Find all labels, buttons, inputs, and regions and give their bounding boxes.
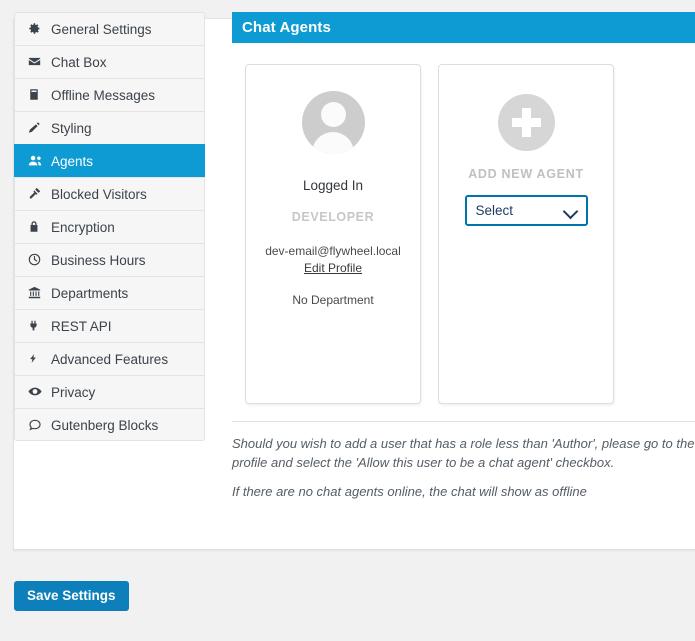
bolt-icon	[28, 343, 46, 365]
sidebar-item-label: Offline Messages	[51, 88, 156, 103]
sidebar-item-general-settings[interactable]: General Settings	[14, 12, 205, 45]
main-content: Chat Agents Logged In DEVELOPER dev-emai…	[232, 12, 695, 501]
edit-profile-link[interactable]: Edit Profile	[304, 261, 362, 275]
sidebar-item-departments[interactable]: Departments	[14, 276, 205, 309]
sidebar-item-gutenberg-blocks[interactable]: Gutenberg Blocks	[14, 408, 205, 441]
sidebar-item-label: Advanced Features	[51, 352, 169, 367]
agent-role: DEVELOPER	[291, 210, 375, 224]
sidebar-item-label: Chat Box	[51, 55, 107, 70]
plug-icon	[28, 310, 46, 332]
sidebar-item-label: Departments	[51, 286, 129, 301]
pencil-icon	[28, 112, 46, 134]
agent-card: Logged In DEVELOPER dev-email@flywheel.l…	[245, 64, 421, 404]
sidebar-item-label: Business Hours	[51, 253, 146, 268]
sidebar-item-styling[interactable]: Styling	[14, 111, 205, 144]
gear-icon	[28, 13, 46, 35]
sidebar-item-label: Agents	[51, 154, 94, 169]
chat-bubble-icon	[28, 409, 46, 431]
agent-status: Logged In	[302, 178, 364, 193]
agent-role-note: Should you wish to add a user that has a…	[232, 436, 695, 470]
sidebar-item-label: Encryption	[51, 220, 115, 235]
sidebar-item-advanced-features[interactable]: Advanced Features	[14, 342, 205, 375]
section-divider	[232, 421, 695, 422]
lock-icon	[28, 211, 46, 233]
add-agent-card: ADD NEW AGENT Select	[438, 64, 614, 404]
sidebar-item-encryption[interactable]: Encryption	[14, 210, 205, 243]
user-avatar-icon	[301, 91, 365, 154]
page-title: Chat Agents	[232, 12, 695, 43]
bank-icon	[28, 277, 46, 299]
sidebar-item-blocked-visitors[interactable]: Blocked Visitors	[14, 177, 205, 210]
clock-icon	[28, 244, 46, 266]
agent-email: dev-email@flywheel.local	[265, 244, 401, 258]
sidebar-item-privacy[interactable]: Privacy	[14, 375, 205, 408]
sidebar-item-label: Privacy	[51, 385, 96, 400]
sidebar-item-label: REST API	[51, 319, 112, 334]
sidebar-item-offline-messages[interactable]: Offline Messages	[14, 78, 205, 111]
book-icon	[28, 79, 46, 101]
plus-circle-icon[interactable]	[497, 94, 555, 151]
sidebar-item-chat-box[interactable]: Chat Box	[14, 45, 205, 78]
sidebar-item-rest-api[interactable]: REST API	[14, 309, 205, 342]
eye-icon	[28, 376, 46, 398]
sidebar-item-label: Styling	[51, 121, 92, 136]
agent-cards: Logged In DEVELOPER dev-email@flywheel.l…	[232, 64, 695, 404]
hammer-icon	[28, 178, 46, 200]
sidebar-item-label: Gutenberg Blocks	[51, 418, 159, 433]
envelope-icon	[28, 46, 46, 68]
offline-note: If there are no chat agents online, the …	[232, 484, 587, 499]
add-agent-title: ADD NEW AGENT	[468, 167, 584, 181]
settings-page: General Settings Chat Box Offline Messages…	[0, 0, 695, 641]
sidebar-item-agents[interactable]: Agents	[14, 144, 205, 177]
sidebar-item-business-hours[interactable]: Business Hours	[14, 243, 205, 276]
save-settings-button[interactable]: Save Settings	[14, 581, 129, 611]
add-agent-select[interactable]: Select	[464, 195, 588, 226]
agent-department: No Department	[292, 293, 374, 307]
users-icon	[28, 145, 46, 167]
settings-sidebar: General Settings Chat Box Offline Messages…	[14, 12, 205, 441]
sidebar-item-label: General Settings	[51, 22, 152, 37]
sidebar-item-label: Blocked Visitors	[51, 187, 147, 202]
